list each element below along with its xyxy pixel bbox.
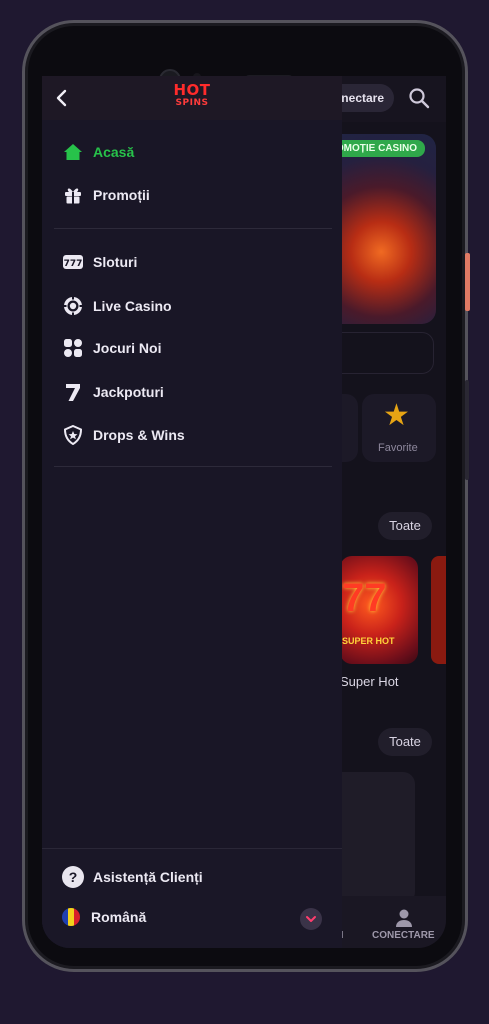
screen: Conectare PROMOȚIE CASINO ★ Favorite Toa… (42, 76, 446, 948)
game-title: Super Hot (340, 674, 399, 689)
language-selector[interactable]: Română (62, 908, 146, 926)
slots-icon: 777 (62, 251, 84, 273)
menu-label: Jocuri Noi (93, 340, 162, 356)
volume-button (465, 380, 469, 480)
home-icon (62, 141, 84, 163)
star-icon: ★ (383, 399, 410, 432)
game-thumbnail-partial[interactable] (431, 556, 446, 664)
menu-item-promotions[interactable]: Promoții (62, 180, 322, 210)
menu-label: Drops & Wins (93, 427, 185, 443)
menu-label: Live Casino (93, 298, 172, 314)
menu-label: Promoții (93, 187, 150, 203)
shield-star-icon (62, 424, 84, 446)
menu-divider (54, 228, 332, 229)
side-drawer: HOT SPINS Acasă Promoții 777 Sloturi Liv… (42, 76, 342, 948)
chevron-down-icon[interactable] (300, 908, 322, 930)
game-badge: SUPER HOT (342, 636, 395, 646)
favorite-label: Favorite (378, 442, 418, 454)
back-chevron-icon[interactable] (50, 86, 74, 110)
user-icon[interactable] (394, 908, 414, 928)
menu-item-live-casino[interactable]: Live Casino (62, 291, 322, 321)
nav-login-label[interactable]: CONECTARE (372, 930, 435, 941)
logo-text-hot: HOT (173, 81, 211, 99)
menu-label: Acasă (93, 144, 135, 160)
search-icon[interactable] (407, 86, 431, 110)
language-label: Română (91, 909, 147, 925)
power-button (465, 253, 470, 311)
menu-item-jackpots[interactable]: Jackpoturi (62, 377, 322, 407)
menu-item-new-games[interactable]: Jocuri Noi (62, 333, 322, 363)
menu-item-drops-wins[interactable]: Drops & Wins (62, 420, 322, 450)
menu-label: Jackpoturi (93, 384, 164, 400)
chip-icon (62, 295, 84, 317)
svg-text:777: 777 (64, 259, 83, 269)
menu-item-slots[interactable]: 777 Sloturi (62, 247, 322, 277)
grid-icon (62, 337, 84, 359)
support-label: Asistență Clienți (93, 869, 203, 885)
menu-divider (54, 466, 332, 467)
see-all-button[interactable]: Toate (378, 512, 432, 540)
see-all-button-2[interactable]: Toate (378, 728, 432, 756)
logo-text-spins: SPINS (175, 98, 209, 108)
help-question-icon: ? (62, 866, 84, 888)
hotspins-logo[interactable]: HOT SPINS (166, 83, 218, 115)
menu-label: Sloturi (93, 254, 138, 270)
sevens-icon: 77 (342, 576, 387, 620)
menu-item-home[interactable]: Acasă (62, 137, 322, 167)
customer-support-link[interactable]: ? Asistență Clienți (62, 866, 203, 888)
drawer-footer (42, 848, 342, 948)
romania-flag-icon (62, 908, 80, 926)
gift-icon (62, 184, 84, 206)
seven-icon (62, 381, 84, 403)
